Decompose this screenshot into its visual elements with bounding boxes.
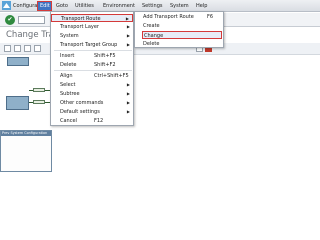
menu-item-transport-layer[interactable]: Transport Layer ▶ xyxy=(51,23,133,31)
chevron-right-icon: ▶ xyxy=(126,109,130,114)
menu-item-other-commands[interactable]: Other commands ▶ xyxy=(51,99,133,107)
menu-item-cancel[interactable]: Cancel F12 xyxy=(51,117,133,125)
menu-item-change[interactable]: Change xyxy=(142,31,222,39)
check-icon[interactable]: ✔ xyxy=(5,15,15,25)
menu-item-label: Select xyxy=(60,82,76,88)
menu-item-label: Subtree xyxy=(60,91,80,97)
menu-item-add-transport-route[interactable]: Add Transport Route F6 xyxy=(135,13,223,21)
panel-header: Prev System Configuration xyxy=(1,131,51,136)
menu-separator xyxy=(54,70,132,71)
chevron-right-icon: ▶ xyxy=(126,24,130,29)
menu-item-label: Insert xyxy=(60,53,75,59)
route-label-1[interactable] xyxy=(33,88,45,92)
menu-item-label: System xyxy=(60,33,79,39)
menu-item-shortcut: Shift+F2 xyxy=(94,62,116,68)
menu-item-label: Delete xyxy=(60,62,77,68)
menu-item-align[interactable]: Align Ctrl+Shift+F5 xyxy=(51,72,133,80)
menu-item-transport-target-group[interactable]: Transport Target Group ▶ xyxy=(51,41,133,49)
menu-item-label: Default settings xyxy=(60,109,100,115)
edit-dropdown-menu: Transport Route ▶ Transport Layer ▶ Syst… xyxy=(50,11,134,126)
chevron-right-icon: ▶ xyxy=(126,42,130,47)
menu-item-label: Transport Route xyxy=(61,16,101,22)
menu-item-label: Change xyxy=(144,33,164,39)
menu-environment[interactable]: Environment xyxy=(103,3,135,10)
menu-item-label: Delete xyxy=(143,41,160,47)
menu-goto[interactable]: Goto xyxy=(56,3,68,10)
chevron-right-icon: ▶ xyxy=(126,82,130,87)
chevron-right-icon: ▶ xyxy=(126,33,130,38)
transport-route-submenu: Add Transport Route F6 Create Change Del… xyxy=(134,11,224,48)
chevron-right-icon: ▶ xyxy=(126,100,130,105)
menu-help[interactable]: Help xyxy=(196,3,207,10)
settings-icon[interactable] xyxy=(34,45,41,52)
menu-item-label: Other commands xyxy=(60,100,104,106)
menu-item-label: Transport Layer xyxy=(60,24,99,30)
save-icon[interactable] xyxy=(24,45,31,52)
route-label-2[interactable] xyxy=(33,100,45,104)
menu-item-label: Cancel xyxy=(60,118,77,124)
menu-item-label: Align xyxy=(60,73,73,79)
menu-separator xyxy=(54,50,132,51)
menu-item-shortcut: Ctrl+Shift+F5 xyxy=(94,73,129,79)
menu-item-delete[interactable]: Delete Shift+F2 xyxy=(51,61,133,69)
menu-item-subtree[interactable]: Subtree ▶ xyxy=(51,90,133,98)
refresh-icon[interactable] xyxy=(14,45,21,52)
menu-edit-active[interactable]: Edit xyxy=(37,1,52,11)
command-field[interactable] xyxy=(18,16,45,24)
menu-item-transport-route[interactable]: Transport Route ▶ xyxy=(51,14,133,22)
menu-item-system[interactable]: System ▶ xyxy=(51,32,133,40)
menu-item-label: Transport Target Group xyxy=(60,42,118,48)
menu-item-default-settings[interactable]: Default settings ▶ xyxy=(51,108,133,116)
menu-item-label: Add Transport Route xyxy=(143,14,194,20)
menu-settings[interactable]: Settings xyxy=(142,3,163,10)
menu-item-create[interactable]: Create xyxy=(135,22,223,30)
sap-logo-icon[interactable] xyxy=(2,1,11,10)
chevron-right-icon: ▶ xyxy=(125,16,129,21)
menu-system[interactable]: System xyxy=(170,3,189,10)
menu-item-delete-route[interactable]: Delete xyxy=(135,40,223,48)
menu-item-shortcut: F6 xyxy=(207,14,214,20)
menu-item-insert[interactable]: Insert Shift+F5 xyxy=(51,52,133,60)
menu-utilities[interactable]: Utilities xyxy=(75,3,94,10)
menu-item-label: Create xyxy=(143,23,160,29)
display-change-icon[interactable] xyxy=(4,45,11,52)
system-box-middle[interactable] xyxy=(6,96,29,110)
menu-item-shortcut: Shift+F5 xyxy=(94,53,116,59)
menu-edit[interactable]: Edit xyxy=(40,3,50,10)
chevron-right-icon: ▶ xyxy=(126,91,130,96)
menu-item-shortcut: F12 xyxy=(94,118,104,124)
system-box-top[interactable] xyxy=(7,57,29,66)
menu-item-select[interactable]: Select ▶ xyxy=(51,81,133,89)
system-configuration-panel: Prev System Configuration xyxy=(0,130,52,172)
